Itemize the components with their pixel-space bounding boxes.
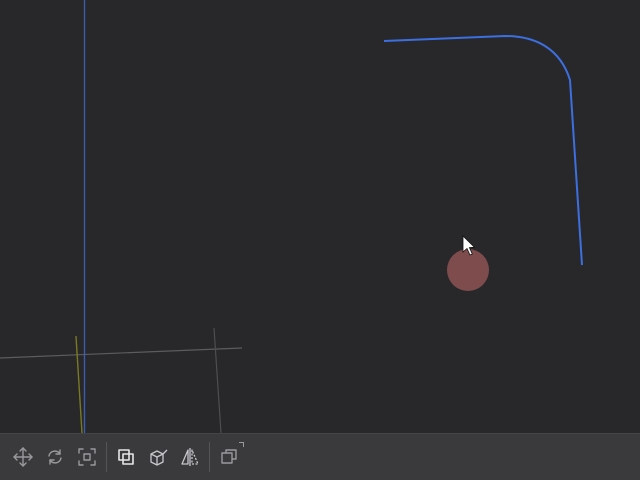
mirror-icon: [181, 448, 199, 466]
extrude-tool-button[interactable]: [143, 442, 173, 472]
move-icon: [13, 447, 33, 467]
submenu-indicator: [239, 442, 244, 447]
y-axis-line: [75, 335, 83, 433]
mirror-tool-button[interactable]: [175, 442, 205, 472]
extrude-icon: [150, 449, 168, 466]
toolbar-separator: [209, 442, 210, 472]
toolbar-separator: [106, 442, 107, 472]
duplicate-tool-button[interactable]: [214, 442, 244, 472]
rotate-icon: [48, 449, 62, 465]
scale-tool-button[interactable]: [72, 442, 102, 472]
scale-icon: [78, 448, 96, 466]
duplicate-icon: [221, 449, 237, 464]
grid-line-horizontal: [0, 347, 243, 359]
move-tool-button[interactable]: [8, 442, 38, 472]
grid-line-vertical: [213, 327, 222, 433]
click-indicator: [447, 249, 489, 291]
boolean-tool-button[interactable]: [111, 442, 141, 472]
3d-viewport[interactable]: [0, 0, 640, 433]
transform-toolbar: [0, 433, 640, 480]
spline-curve[interactable]: [383, 34, 583, 266]
boolean-icon: [118, 449, 134, 465]
viewport-canvas[interactable]: [0, 0, 640, 433]
rotate-tool-button[interactable]: [40, 442, 70, 472]
